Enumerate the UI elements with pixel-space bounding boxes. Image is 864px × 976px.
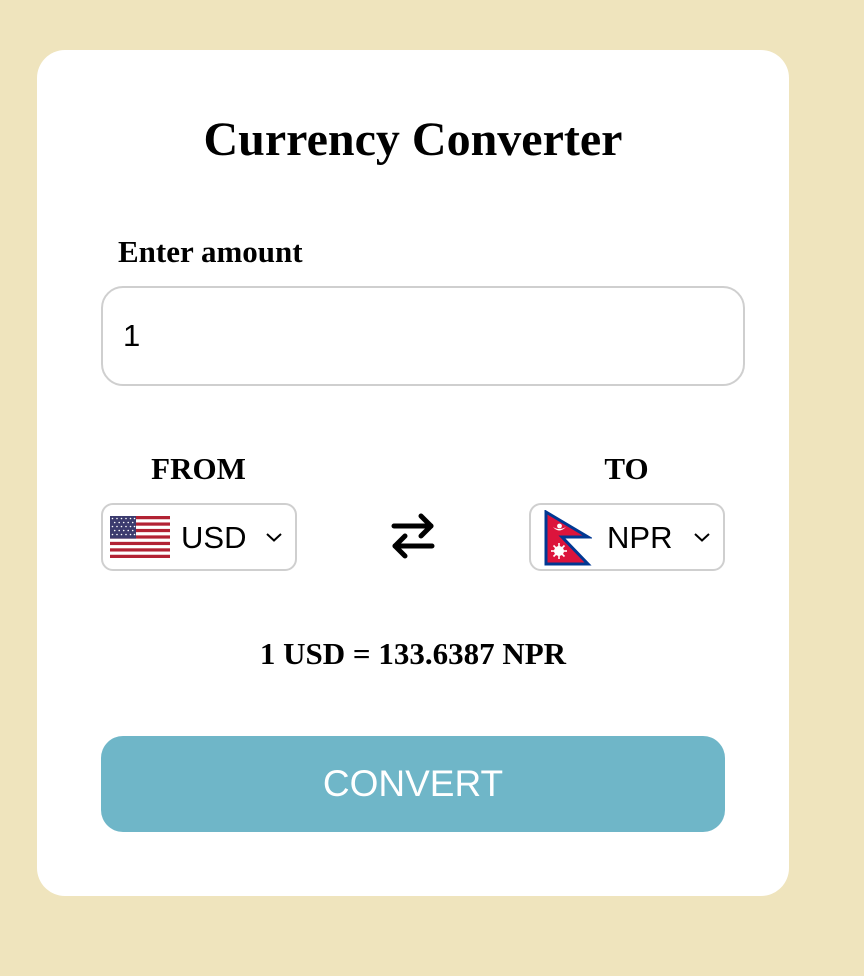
convert-button[interactable]: CONVERT: [101, 736, 725, 832]
swap-arrows-icon[interactable]: [388, 510, 438, 562]
page-title: Currency Converter: [203, 113, 623, 166]
from-currency-select[interactable]: USD: [101, 503, 297, 571]
chevron-down-icon: [266, 533, 282, 542]
to-currency-code: NPR: [607, 520, 673, 555]
from-currency-code: USD: [181, 520, 247, 555]
chevron-down-icon: [694, 533, 710, 542]
from-label: FROM: [151, 451, 246, 486]
us-flag-icon: [110, 516, 170, 558]
amount-input[interactable]: [101, 286, 745, 386]
to-label: TO: [604, 451, 649, 486]
amount-label: Enter amount: [118, 234, 303, 269]
nepal-flag-icon: [544, 510, 592, 566]
to-currency-select[interactable]: NPR: [529, 503, 725, 571]
exchange-rate-text: 1 USD = 133.6387 NPR: [259, 636, 567, 671]
